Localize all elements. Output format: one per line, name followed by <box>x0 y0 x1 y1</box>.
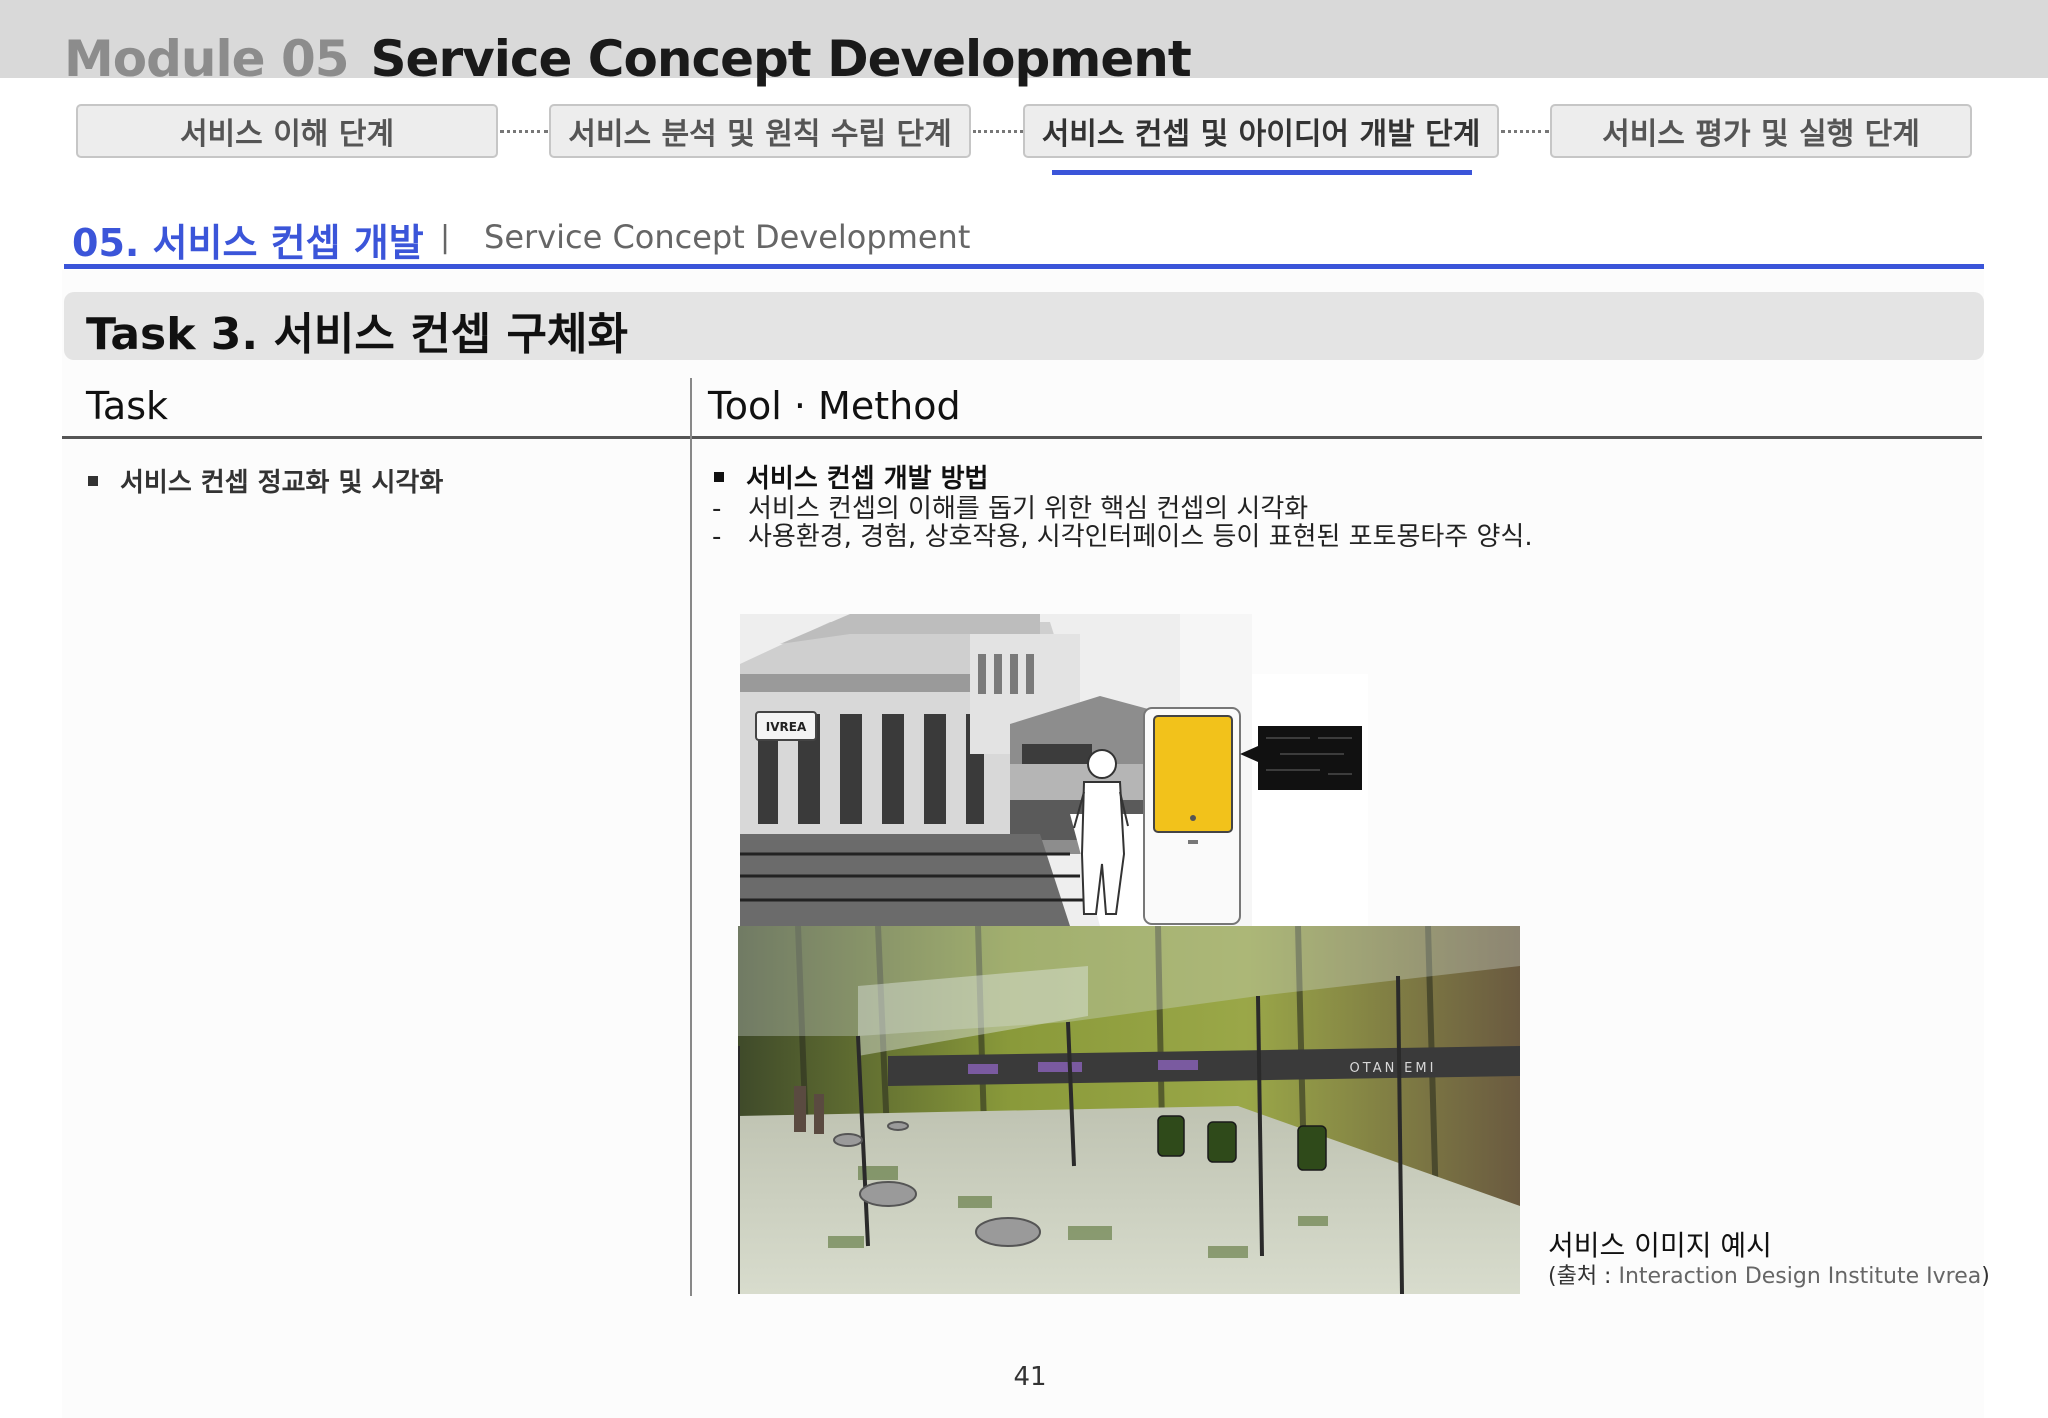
step-evaluation[interactable]: 서비스 평가 및 실행 단계 <box>1550 104 1972 158</box>
dash-marker: - <box>712 522 722 552</box>
column-divider <box>690 378 692 1296</box>
forest-platform-photomontage: OTANIEMI <box>738 926 1520 1294</box>
task-header: Task 3. 서비스 컨셉 구체화 <box>86 309 628 360</box>
method-line-text: 사용환경, 경험, 상호작용, 시각인터페이스 등이 표현된 포토몽타주 양식. <box>748 522 1533 552</box>
step-analysis[interactable]: 서비스 분석 및 원칙 수립 단계 <box>549 104 971 158</box>
module-title: Module 05 Service Concept Development <box>64 30 1192 88</box>
method-line: - 사용환경, 경험, 상호작용, 시각인터페이스 등이 표현된 포토몽타주 양식… <box>712 516 1533 553</box>
column-header-task: Task <box>86 384 169 428</box>
section-title: 05. 서비스 컨셉 개발 <box>72 221 424 265</box>
bullet-square-icon <box>714 471 724 482</box>
page-number: 41 <box>1013 1362 1047 1392</box>
task-item-label: 서비스 컨셉 정교화 및 시각화 <box>120 468 444 498</box>
module-number: Module 05 <box>64 30 350 88</box>
source-suffix: ) <box>1981 1264 1990 1289</box>
column-header-method: Tool · Method <box>708 384 961 428</box>
section-subtitle: Service Concept Development <box>484 218 971 256</box>
source-name: Interaction Design Institute Ivrea <box>1618 1264 1982 1289</box>
section-rule <box>64 264 1984 269</box>
callout-panel <box>1258 726 1362 790</box>
bullet-square-icon <box>88 475 98 486</box>
platform-sign-text: OTANIEMI <box>1350 1061 1437 1076</box>
step-understanding[interactable]: 서비스 이해 단계 <box>76 104 498 158</box>
step-connector <box>500 130 548 133</box>
active-step-indicator <box>1052 170 1472 175</box>
step-concept-development[interactable]: 서비스 컨셉 및 아이디어 개발 단계 <box>1023 104 1499 158</box>
section-separator: | <box>440 220 451 255</box>
step-connector <box>1501 130 1549 133</box>
module-name: Service Concept Development <box>370 30 1192 88</box>
step-connector <box>973 130 1023 133</box>
station-sign-text: IVREA <box>766 720 807 734</box>
image-source: (출처 : Interaction Design Institute Ivrea… <box>1548 1258 1990 1290</box>
kiosk-screen <box>1153 715 1233 833</box>
station-kiosk-photomontage: IVREA <box>740 614 1368 926</box>
task-item: 서비스 컨셉 정교화 및 시각화 <box>88 462 443 499</box>
source-prefix: (출처 : <box>1548 1264 1619 1289</box>
header-rule <box>62 436 1982 439</box>
